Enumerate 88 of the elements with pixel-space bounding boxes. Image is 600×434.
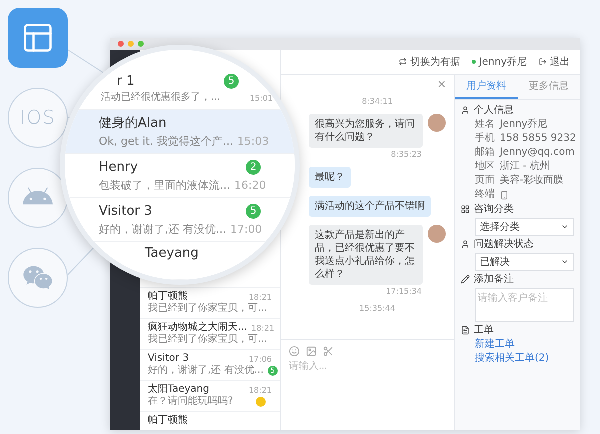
browser-window-icon: [21, 21, 55, 55]
grid-icon: [461, 205, 470, 214]
message-preview: 在？请问能玩吗吗?: [148, 396, 234, 408]
visitor-message: 最呢？: [309, 167, 351, 188]
message-time: 18:21: [252, 324, 275, 332]
phone-icon: [500, 190, 509, 200]
field-label: 终端: [475, 189, 495, 201]
ticket-link[interactable]: 搜索相关工单(2): [461, 353, 574, 365]
unread-badge: 5: [224, 74, 239, 89]
smiley-icon[interactable]: [289, 346, 300, 357]
conversation-item[interactable]: 帕丁顿熊: [140, 411, 280, 430]
scissors-icon[interactable]: [323, 346, 334, 357]
message-preview: Ok, get it. 我觉得这个产...: [99, 134, 234, 149]
field-label: 页面: [475, 175, 495, 187]
contact-name: 健身的Alan: [99, 115, 167, 132]
close-dot-icon[interactable]: [118, 41, 124, 47]
switch-link[interactable]: 切换为有据: [399, 55, 460, 69]
ios-label: IOS: [20, 107, 56, 129]
section-title: 咨询分类: [461, 203, 574, 216]
message-time: 15:03: [237, 135, 270, 148]
message-preview: 我已经到了你家宝贝，可...: [148, 334, 268, 346]
field-value: 浙江 - 杭州: [500, 161, 550, 173]
person-icon: [461, 240, 470, 249]
contact-name: Visitor 3: [148, 353, 190, 364]
message-preview: 我已经到了你家宝贝，可...: [148, 303, 268, 315]
agent-name: Jenny乔尼: [472, 55, 527, 69]
conversation-item[interactable]: 疯狂动物城之大闹天... 18:21 我已经到了你家宝贝，可...: [140, 318, 280, 349]
minimize-dot-icon[interactable]: [128, 41, 134, 47]
message-time: 8:35:23: [391, 150, 422, 159]
field-label: 手机: [475, 133, 495, 145]
contact-name: 帕丁顿熊: [148, 291, 188, 302]
chat-timestamp: 15:35:44: [360, 304, 396, 313]
conversation-item[interactable]: 帕丁顿熊 18:21 我已经到了你家宝贝，可...: [140, 287, 280, 318]
conversation-item[interactable]: 太阳Taeyang 18:21 在？请问能玩吗吗?: [140, 380, 280, 411]
field-value: 美容-彩妆面膜: [500, 175, 564, 187]
message-time: 17:00: [230, 223, 262, 236]
section-title: 添加备注: [461, 273, 574, 286]
chat-timestamp: 8:34:11: [362, 97, 393, 106]
contact-name: Visitor 3: [99, 203, 152, 220]
field-value: 158 5855 9232: [500, 133, 576, 145]
swap-arrows-icon: [399, 58, 408, 66]
document-icon: [461, 326, 470, 335]
unread-badge: 5: [246, 204, 261, 219]
ticket-link[interactable]: 新建工单: [461, 339, 574, 351]
message-time: 18:21: [248, 386, 272, 394]
agent-avatar: [428, 114, 446, 132]
visitor-message: 满活动的这个产品不错啊: [309, 196, 431, 217]
conversation-item[interactable]: Henry 2 包装破了，里面的液体流... 16:20: [65, 154, 295, 198]
message-time: 17:06: [248, 354, 272, 364]
contact-name: 太阳Taeyang: [148, 384, 210, 396]
message-time: 18:21: [248, 292, 272, 302]
logout-link[interactable]: 退出: [539, 55, 570, 69]
chevron-down-icon: [561, 223, 569, 231]
message-time: 15:01: [250, 94, 273, 102]
field-label: 姓名: [475, 119, 495, 131]
section-title: 个人信息: [461, 104, 574, 117]
contact-name: 帕丁顿熊: [148, 415, 188, 427]
pencil-icon: [461, 275, 470, 284]
message-preview: 包装破了，里面的液体流...: [99, 178, 230, 193]
agent-avatar: [428, 225, 446, 243]
logout-icon: [539, 58, 547, 66]
message-preview: 好的，谢谢了,还 有没优...: [148, 365, 264, 377]
field-value: Jenny乔尼: [500, 119, 548, 131]
person-icon: [461, 106, 470, 115]
category-select[interactable]: 选择分类: [475, 218, 574, 236]
maximize-dot-icon[interactable]: [138, 41, 144, 47]
section-title: 问题解决状态: [461, 238, 574, 251]
message-preview: 好的，谢谢了,还 有没优...: [99, 222, 226, 237]
field-value: Jenny@qq.com: [500, 147, 575, 159]
contact-name: Henry: [99, 159, 138, 176]
message-preview: 活动已经很优惠很多了，...: [101, 92, 221, 104]
message-time: 16:20: [234, 179, 266, 192]
chevron-down-icon: [561, 258, 569, 266]
agent-message: 这款产品是新出的产品，已经很优惠了要不我送点小礼品给你，怎么样？: [309, 225, 423, 285]
platform-button[interactable]: [8, 8, 68, 68]
status-select[interactable]: 已解决: [475, 253, 574, 271]
unread-badge: 2: [246, 160, 261, 175]
conversation-item[interactable]: 健身的Alan Ok, get it. 我觉得这个产... 15:03: [65, 110, 295, 154]
note-field[interactable]: 请输入客户备注: [475, 288, 574, 322]
contact-name: r 1: [117, 73, 135, 90]
section-title: 工单: [461, 324, 574, 337]
contact-name: 疯狂动物城之大闹天...: [148, 322, 248, 334]
field-label: 邮箱: [475, 147, 495, 159]
field-label: 地区: [475, 161, 495, 173]
message-time: 17:15:34: [386, 287, 422, 296]
image-icon[interactable]: [306, 346, 317, 357]
contact-name: Taeyang: [145, 245, 199, 262]
agent-message: 很高兴为您服务，请问有什么问题？: [309, 114, 423, 148]
